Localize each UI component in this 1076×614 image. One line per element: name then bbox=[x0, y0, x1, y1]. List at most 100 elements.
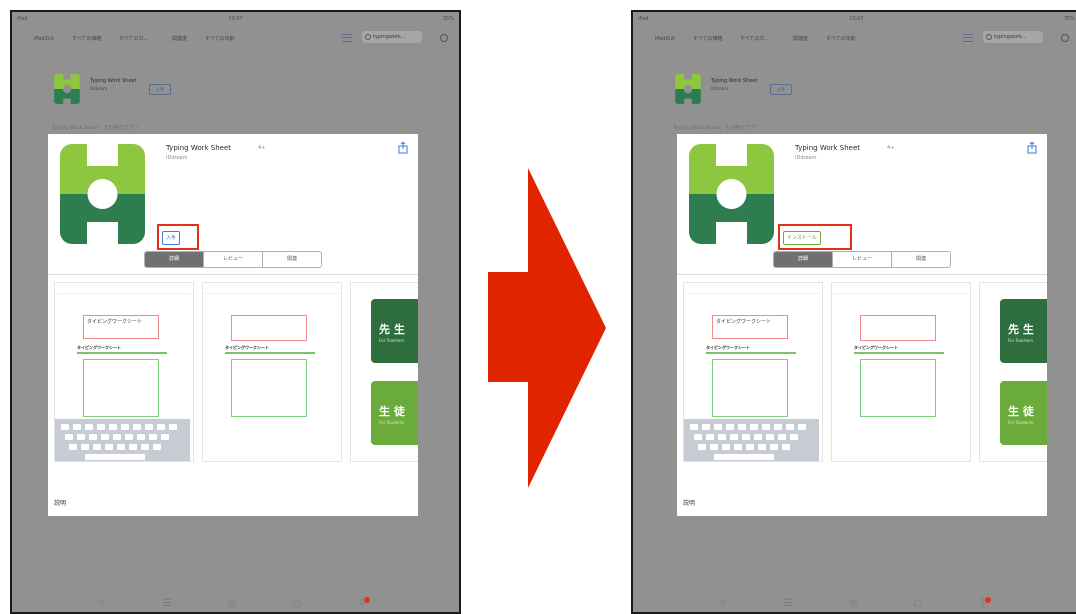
app-logo-icon bbox=[673, 74, 703, 104]
filter-category[interactable]: すべてのカ... bbox=[740, 35, 769, 42]
screenshot-toolbar bbox=[57, 285, 191, 294]
battery-label: 35% bbox=[1063, 16, 1075, 22]
student-sublabel: For Students bbox=[379, 420, 405, 425]
more-apps-link[interactable]: Typing Work Sheet：その他のアプリ bbox=[673, 124, 759, 131]
tab-reviews[interactable]: レビュー bbox=[832, 252, 891, 267]
search-input[interactable]: typingwork... bbox=[362, 31, 422, 43]
star-icon[interactable]: ☆ bbox=[718, 599, 728, 609]
filter-price[interactable]: すべての価格 bbox=[72, 35, 101, 42]
description-label: 説明 bbox=[683, 500, 696, 507]
status-bar: iPad 10:07 35% bbox=[633, 12, 1076, 26]
search-icon[interactable]: ○ bbox=[292, 599, 302, 609]
teacher-label: 先 生 bbox=[379, 323, 405, 336]
more-apps-link[interactable]: Typing Work Sheet：その他のアプリ bbox=[52, 124, 138, 131]
description-label: 説明 bbox=[54, 500, 67, 507]
age-rating: 4+ bbox=[258, 145, 266, 151]
teacher-sublabel: For Teachers bbox=[1008, 338, 1034, 343]
divider bbox=[677, 274, 1047, 275]
screenshot-2[interactable]: タイピングワークシート bbox=[202, 282, 342, 462]
compass-icon[interactable]: ◎ bbox=[848, 599, 858, 609]
screenshot-3[interactable]: 先 生 For Teachers 生 徒 For Students bbox=[350, 282, 418, 462]
screenshot-heading: タイピングワークシート bbox=[225, 345, 269, 350]
divider bbox=[48, 274, 418, 275]
tab-related[interactable]: 関連 bbox=[262, 252, 321, 267]
screenshot-input-area bbox=[231, 359, 307, 417]
bg-get-button[interactable]: 入手 bbox=[770, 84, 792, 95]
gear-icon[interactable] bbox=[440, 34, 448, 42]
list-icon[interactable]: ☰ bbox=[162, 599, 172, 609]
time-label: 10:07 bbox=[228, 16, 243, 22]
student-label: 生 徒 bbox=[379, 405, 405, 418]
screenshot-bar bbox=[225, 352, 315, 354]
time-label: 10:07 bbox=[849, 16, 864, 22]
filter-sort[interactable]: 関連度 bbox=[793, 35, 808, 42]
screenshot-empty-box bbox=[231, 315, 307, 341]
install-button[interactable]: インストール bbox=[783, 231, 821, 245]
filter-device[interactable]: iPadのみ bbox=[655, 35, 675, 42]
screenshot-3[interactable]: 先 生 For Teachers 生 徒 For Students bbox=[979, 282, 1047, 462]
compass-icon[interactable]: ◎ bbox=[227, 599, 237, 609]
get-button[interactable]: 入手 bbox=[162, 231, 181, 245]
app-title: Typing Work Sheet bbox=[166, 144, 232, 152]
screenshot-1[interactable]: タイピングワークシート タイピングワークシート bbox=[54, 282, 194, 462]
tab-details[interactable]: 詳細 bbox=[774, 252, 832, 267]
screenshot-2[interactable]: タイピングワークシート bbox=[831, 282, 971, 462]
screenshot-heading: タイピングワークシート bbox=[77, 345, 121, 350]
filter-price[interactable]: すべての価格 bbox=[693, 35, 722, 42]
updates-badge bbox=[364, 597, 370, 603]
bottom-tab-bar: ☆ ☰ ◎ ○ ⇩ bbox=[12, 594, 459, 612]
search-icon[interactable]: ○ bbox=[913, 599, 923, 609]
list-icon[interactable]: ☰ bbox=[783, 599, 793, 609]
app-icon bbox=[689, 144, 774, 244]
screenshot-toolbar bbox=[834, 285, 968, 294]
app-detail-sheet: Typing Work Sheet 4+ IDdream 入手 詳細 レビュー … bbox=[48, 134, 418, 516]
share-icon[interactable] bbox=[398, 142, 408, 154]
filter-age[interactable]: すべての年齢 bbox=[826, 35, 855, 42]
teacher-label: 先 生 bbox=[1008, 323, 1034, 336]
screenshot-bar bbox=[77, 352, 167, 354]
ipad-screen-after: iPad 10:07 35% iPadのみ すべての価格 すべてのカ... 関連… bbox=[631, 10, 1076, 614]
bg-app-title: Typing Work Sheet bbox=[90, 78, 137, 84]
list-view-icon[interactable] bbox=[963, 34, 973, 42]
transition-arrow-icon bbox=[488, 168, 606, 488]
screenshot-1[interactable]: タイピングワークシート タイピングワークシート bbox=[683, 282, 823, 462]
detail-tabs: 詳細 レビュー 関連 bbox=[773, 251, 951, 268]
bottom-tab-bar: ☆ ☰ ◎ ○ ⇩ bbox=[633, 594, 1076, 612]
student-sublabel: For Students bbox=[1008, 420, 1034, 425]
battery-label: 35% bbox=[442, 16, 454, 22]
bg-app-title: Typing Work Sheet bbox=[711, 78, 758, 84]
filter-device[interactable]: iPadのみ bbox=[34, 35, 54, 42]
filter-category[interactable]: すべてのカ... bbox=[119, 35, 148, 42]
list-view-icon[interactable] bbox=[342, 34, 352, 42]
screenshot-heading: タイピングワークシート bbox=[706, 345, 750, 350]
detail-tabs: 詳細 レビュー 関連 bbox=[144, 251, 322, 268]
filter-age[interactable]: すべての年齢 bbox=[205, 35, 234, 42]
filter-bar: iPadのみ すべての価格 すべてのカ... 関連度 すべての年齢 typing… bbox=[12, 26, 459, 48]
student-label: 生 徒 bbox=[1008, 405, 1034, 418]
search-text: typingwork... bbox=[994, 34, 1027, 40]
install-button-highlight: インストール bbox=[778, 224, 852, 250]
tab-reviews[interactable]: レビュー bbox=[203, 252, 262, 267]
star-icon[interactable]: ☆ bbox=[97, 599, 107, 609]
screenshot-input-area bbox=[712, 359, 788, 417]
filter-sort[interactable]: 関連度 bbox=[172, 35, 187, 42]
developer-name[interactable]: IDdream bbox=[795, 155, 816, 161]
bg-app-developer: IDdream bbox=[90, 86, 108, 91]
share-icon[interactable] bbox=[1027, 142, 1037, 154]
search-text: typingwork... bbox=[373, 34, 406, 40]
tab-related[interactable]: 関連 bbox=[891, 252, 950, 267]
keyboard-image bbox=[55, 419, 190, 461]
gear-icon[interactable] bbox=[1061, 34, 1069, 42]
teacher-tile: 先 生 For Teachers bbox=[1000, 299, 1047, 363]
keyboard-image bbox=[684, 419, 819, 461]
developer-name[interactable]: IDdream bbox=[166, 155, 187, 161]
screenshot-bar bbox=[854, 352, 944, 354]
screenshot-title-box: タイピングワークシート bbox=[712, 315, 788, 339]
carrier-label: iPad bbox=[638, 16, 649, 22]
bg-get-button[interactable]: 入手 bbox=[149, 84, 171, 95]
updates-badge bbox=[985, 597, 991, 603]
screenshot-empty-box bbox=[860, 315, 936, 341]
tab-details[interactable]: 詳細 bbox=[145, 252, 203, 267]
search-input[interactable]: typingwork... bbox=[983, 31, 1043, 43]
screenshot-title-box: タイピングワークシート bbox=[83, 315, 159, 339]
